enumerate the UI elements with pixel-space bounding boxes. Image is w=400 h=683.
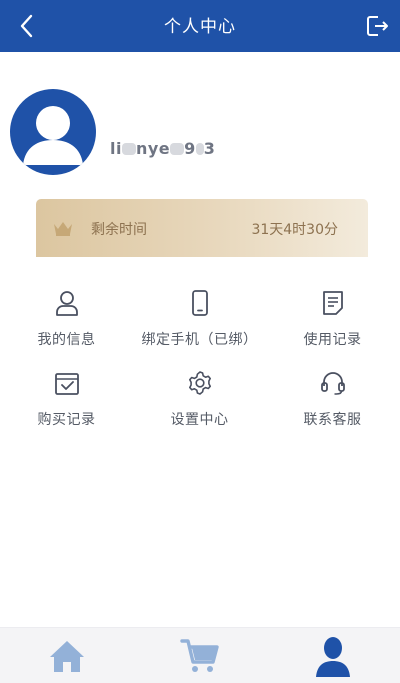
tab-profile[interactable] [266,628,399,683]
menu-item-usage-records[interactable]: 使用记录 [266,289,399,367]
remaining-time-label: 剩余时间 [91,222,147,238]
cart-icon [179,639,219,672]
username-part-3: 9 [184,139,196,158]
top-bar: 个人中心 [0,0,400,52]
profile-section: li nye 9 3 剩余时间 31天4时30分 [0,52,400,257]
username: li nye 9 3 [110,139,215,158]
menu-label: 联系客服 [303,412,362,428]
logout-icon [367,16,388,36]
tab-home[interactable] [0,628,133,683]
home-icon [49,641,84,672]
chevron-left-icon [20,14,33,38]
menu-label: 使用记录 [303,332,362,348]
user-icon [55,291,78,316]
menu-item-contact-support[interactable]: 联系客服 [266,369,399,447]
membership-card: 剩余时间 31天4时30分 [36,199,368,257]
menu-label: 我的信息 [37,332,96,348]
menu-label: 绑定手机（已绑） [141,332,258,348]
logout-button[interactable] [364,13,390,39]
headset-icon [320,372,345,395]
redaction-blur [121,143,136,155]
remaining-time-value: 31天4时30分 [251,222,338,238]
gear-icon [188,371,211,395]
purchase-record-icon [54,373,79,395]
person-icon [315,637,350,677]
crown-icon [54,222,72,236]
user-avatar-icon [23,106,83,165]
menu-item-settings[interactable]: 设置中心 [133,369,266,447]
menu-item-purchase-records[interactable]: 购买记录 [0,369,133,447]
phone-icon [191,290,208,316]
menu-label: 购买记录 [37,412,96,428]
back-button[interactable] [14,13,38,39]
redaction-blur [195,143,204,155]
menu-item-bind-phone[interactable]: 绑定手机（已绑） [133,289,266,367]
page-title: 个人中心 [164,17,236,37]
document-icon [322,291,343,315]
username-part-2: nye [135,139,171,158]
menu-label: 设置中心 [170,412,229,428]
username-part-1: li [110,139,122,158]
menu-grid: 我的信息 绑定手机（已绑） 使用记录 购买记录 设置中心 联系客服 [0,257,400,627]
avatar[interactable] [10,89,96,175]
tab-cart[interactable] [133,628,266,683]
username-part-4: 3 [203,139,216,158]
redaction-blur [170,143,185,155]
bottom-tab-bar [0,627,400,683]
menu-item-my-info[interactable]: 我的信息 [0,289,133,367]
